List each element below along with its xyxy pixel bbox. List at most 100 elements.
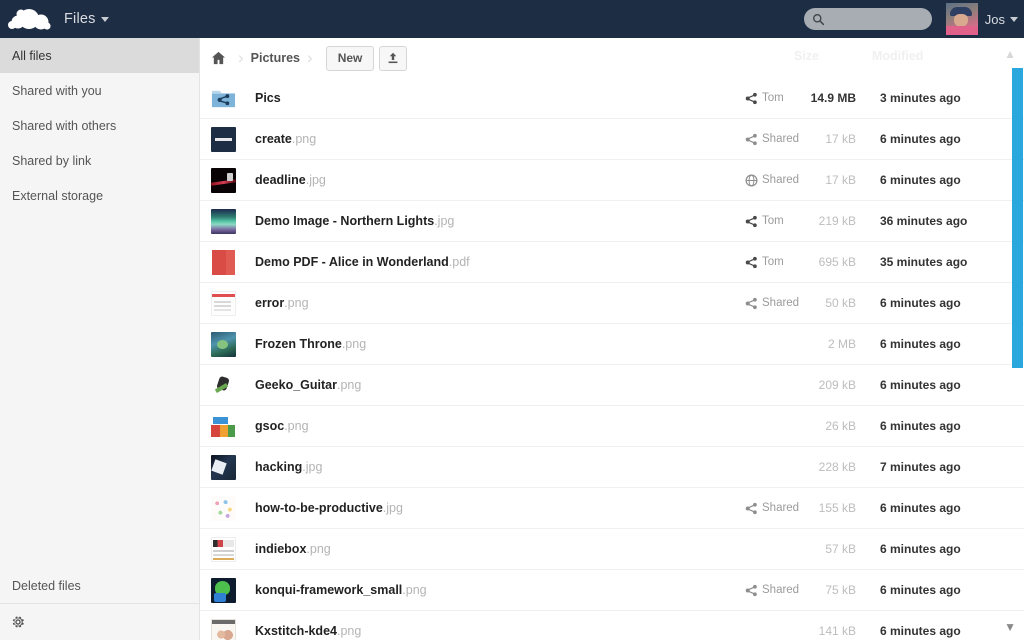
file-modified: 6 minutes ago xyxy=(880,583,961,597)
share-status[interactable]: Tom xyxy=(745,92,784,105)
sidebar-item-shared-with-you[interactable]: Shared with you xyxy=(0,73,199,108)
file-name-base: Demo Image - Northern Lights xyxy=(255,214,435,228)
file-extension: .png xyxy=(284,419,309,433)
file-thumbnail xyxy=(211,372,236,398)
file-modified: 3 minutes ago xyxy=(880,91,961,105)
file-extension: .png xyxy=(402,583,427,597)
sidebar-item-all-files[interactable]: All files xyxy=(0,38,199,73)
table-row[interactable]: gsoc.png 26 kB 6 minutes ago xyxy=(200,406,1024,447)
table-row[interactable]: how-to-be-productive.jpg Shared 155 kB 6 mi… xyxy=(200,488,1024,529)
search-box[interactable] xyxy=(803,8,932,30)
share-status[interactable]: Shared xyxy=(745,297,799,310)
file-thumbnail xyxy=(211,331,236,357)
table-row[interactable]: Kxstitch-kde4.png 141 kB 6 minutes ago xyxy=(200,611,1024,640)
chevron-down-icon[interactable]: ▼ xyxy=(1004,620,1016,634)
globe-icon xyxy=(745,174,758,186)
table-row[interactable]: create.png Shared 17 kB 6 minutes ago xyxy=(200,119,1024,160)
table-row[interactable]: deadline.jpg Shared 17 kB 6 minutes ago xyxy=(200,160,1024,201)
file-size: 228 kB xyxy=(818,460,856,474)
file-modified: 35 minutes ago xyxy=(880,255,968,269)
sidebar-nav-list: All files Shared with you Shared with othe… xyxy=(0,38,199,213)
table-row[interactable]: Pics Tom 14.9 MB 3 minutes ago xyxy=(200,78,1024,119)
file-name[interactable]: gsoc.png xyxy=(255,419,309,433)
sidebar-item-deleted-files[interactable]: Deleted files xyxy=(0,568,199,604)
table-row[interactable]: Geeko_Guitar.png 209 kB 6 minutes ago xyxy=(200,365,1024,406)
table-row[interactable]: hacking.jpg 228 kB 7 minutes ago xyxy=(200,447,1024,488)
file-size: 17 kB xyxy=(825,173,856,187)
file-name[interactable]: how-to-be-productive.jpg xyxy=(255,501,403,515)
table-row[interactable]: Demo PDF - Alice in Wonderland.pdf Tom 695… xyxy=(200,242,1024,283)
main-content: Size Modified ▲ › Pictures › New Pics Tom… xyxy=(200,38,1024,640)
file-name[interactable]: create.png xyxy=(255,132,316,146)
file-size: 57 kB xyxy=(825,542,856,556)
file-modified: 6 minutes ago xyxy=(880,624,961,638)
file-name[interactable]: hacking.jpg xyxy=(255,460,322,474)
new-button[interactable]: New xyxy=(325,45,375,71)
file-name[interactable]: indiebox.png xyxy=(255,542,331,556)
folder-shared-icon xyxy=(211,90,236,107)
file-extension: .pdf xyxy=(448,255,470,269)
upload-button[interactable] xyxy=(379,45,408,71)
table-row[interactable]: indiebox.png 57 kB 6 minutes ago xyxy=(200,529,1024,570)
file-size: 2 MB xyxy=(827,337,856,351)
file-name[interactable]: Frozen Throne.png xyxy=(255,337,366,351)
app-name-label: Files xyxy=(64,11,96,27)
upload-icon xyxy=(389,52,398,64)
share-label: Shared xyxy=(762,133,800,145)
file-name[interactable]: error.png xyxy=(255,296,309,310)
owncloud-cloud-logo-icon[interactable] xyxy=(4,0,56,38)
file-size: 17 kB xyxy=(825,132,856,146)
sidebar-bottom-group: Deleted files xyxy=(0,568,199,640)
file-name[interactable]: Demo Image - Northern Lights.jpg xyxy=(255,214,454,228)
share-label: Shared xyxy=(762,502,800,514)
file-name-base: konqui-framework_small xyxy=(255,583,403,597)
table-row[interactable]: error.png Shared 50 kB 6 minutes ago xyxy=(200,283,1024,324)
avatar-shirt xyxy=(945,26,978,35)
search-input[interactable] xyxy=(824,13,921,25)
sidebar: All files Shared with you Shared with othe… xyxy=(0,38,200,640)
file-name[interactable]: deadline.jpg xyxy=(255,173,326,187)
file-size: 141 kB xyxy=(818,624,856,638)
file-extension: .png xyxy=(291,132,317,146)
share-status[interactable]: Shared xyxy=(745,133,799,146)
vertical-scrollbar[interactable] xyxy=(1012,68,1023,368)
file-name-base: Pics xyxy=(255,91,281,105)
sidebar-item-shared-with-others[interactable]: Shared with others xyxy=(0,108,199,143)
share-label: Shared xyxy=(762,584,800,596)
file-name[interactable]: Pics xyxy=(255,91,281,105)
table-row[interactable]: Frozen Throne.png 2 MB 6 minutes ago xyxy=(200,324,1024,365)
file-name[interactable]: Demo PDF - Alice in Wonderland.pdf xyxy=(255,255,470,269)
share-label: Shared xyxy=(762,297,800,309)
share-status[interactable]: Tom xyxy=(745,256,784,269)
breadcrumb-separator: › xyxy=(307,48,313,67)
header-right-group: Jos xyxy=(803,0,1024,38)
share-icon xyxy=(745,256,757,268)
share-status[interactable]: Shared xyxy=(745,502,799,515)
file-list[interactable]: Pics Tom 14.9 MB 3 minutes ago create.png Sha… xyxy=(200,78,1024,640)
table-row[interactable]: Demo Image - Northern Lights.jpg Tom 219 k… xyxy=(200,201,1024,242)
file-name[interactable]: konqui-framework_small.png xyxy=(255,583,427,597)
share-status[interactable]: Shared xyxy=(745,174,799,187)
home-icon[interactable] xyxy=(211,51,231,65)
user-menu-toggle[interactable]: Jos xyxy=(985,12,1018,27)
file-size: 209 kB xyxy=(818,378,856,392)
file-thumbnail xyxy=(211,454,236,480)
file-name[interactable]: Geeko_Guitar.png xyxy=(255,378,361,392)
file-size: 155 kB xyxy=(818,501,856,515)
settings-button[interactable] xyxy=(0,604,199,640)
sidebar-item-external-storage[interactable]: External storage xyxy=(0,178,199,213)
sidebar-item-shared-by-link[interactable]: Shared by link xyxy=(0,143,199,178)
share-status[interactable]: Tom xyxy=(745,215,784,228)
app-menu-toggle[interactable]: Files xyxy=(64,11,109,27)
file-name[interactable]: Kxstitch-kde4.png xyxy=(255,624,361,638)
table-row[interactable]: konqui-framework_small.png Shared 75 kB 6 m… xyxy=(200,570,1024,611)
share-label: Tom xyxy=(762,256,784,268)
share-status[interactable]: Shared xyxy=(745,584,799,597)
file-size: 50 kB xyxy=(825,296,856,310)
breadcrumb-item-pictures[interactable]: Pictures xyxy=(251,51,300,65)
file-name-base: gsoc xyxy=(255,419,285,433)
file-thumbnail xyxy=(211,495,236,521)
controls-bar: › Pictures › New xyxy=(200,38,1024,78)
sidebar-item-label: Shared by link xyxy=(12,153,92,168)
avatar[interactable] xyxy=(945,3,978,35)
